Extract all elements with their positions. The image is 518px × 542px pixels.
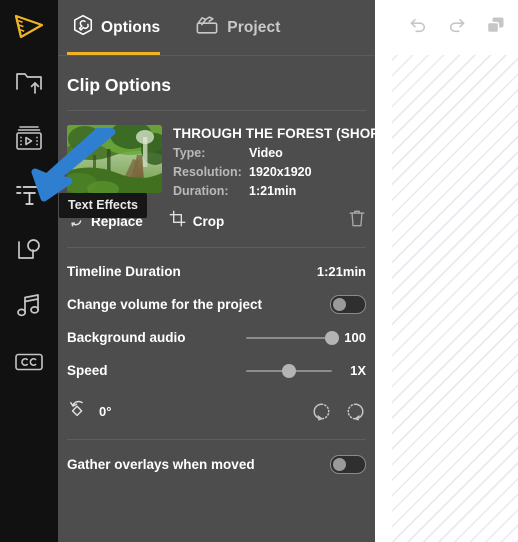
speed-control: 1X	[246, 363, 366, 378]
clip-field-duration-key: Duration:	[173, 184, 229, 198]
sidebar-item-media-library[interactable]	[0, 110, 58, 166]
clip-info: THROUGH THE FOREST (SHOR… Type: Video Re…	[67, 125, 375, 198]
crop-button-label: Crop	[192, 213, 225, 229]
row-speed: Speed 1X	[67, 354, 366, 387]
clip-field-duration: Duration: 1:21min	[173, 184, 375, 198]
clip-field-type-value: Video	[249, 146, 283, 160]
row-background-audio: Background audio 100	[67, 321, 366, 354]
row-timeline-duration: Timeline Duration 1:21min	[67, 255, 366, 288]
text-effects-tooltip: Text Effects	[59, 193, 147, 218]
tab-options[interactable]: Options	[72, 0, 160, 55]
redo-button[interactable]	[447, 16, 467, 39]
canvas-placeholder-hatch	[392, 55, 518, 542]
duplicate-icon	[486, 16, 506, 40]
trash-icon	[348, 209, 366, 233]
speed-value: 1X	[350, 363, 366, 378]
page-title: Clip Options	[67, 75, 172, 95]
background-audio-slider[interactable]	[246, 330, 339, 345]
clip-field-resolution: Resolution: 1920x1920	[173, 165, 375, 179]
active-tab-indicator	[67, 52, 160, 55]
clip-field-type-key: Type:	[173, 146, 206, 160]
clip-metadata: THROUGH THE FOREST (SHOR… Type: Video Re…	[173, 125, 375, 198]
undo-button[interactable]	[408, 16, 428, 39]
clip-thumbnail[interactable]	[67, 125, 162, 193]
clip-field-resolution-key: Resolution:	[173, 165, 242, 179]
tab-project-label: Project	[227, 18, 281, 36]
rotate-counterclockwise-icon[interactable]	[311, 401, 332, 422]
clip-field-resolution-value: 1920x1920	[249, 165, 312, 179]
clip-field-duration-value: 1:21min	[249, 184, 297, 198]
app-logo[interactable]	[0, 0, 58, 54]
row-gather-overlays: Gather overlays when moved	[67, 448, 366, 481]
sidebar-item-captions[interactable]	[0, 334, 58, 390]
timeline-duration-value: 1:21min	[316, 264, 366, 279]
slider-knob[interactable]	[325, 330, 339, 345]
rotate-clockwise-icon[interactable]	[345, 401, 366, 422]
speed-label: Speed	[67, 363, 108, 378]
clip-field-type: Type: Video	[173, 146, 375, 160]
rotation-value: 0°	[99, 403, 112, 419]
left-icon-rail	[0, 0, 58, 542]
sidebar-item-import-media[interactable]	[0, 54, 58, 110]
clapperboard-icon	[194, 14, 220, 41]
delete-clip-button[interactable]	[348, 209, 366, 233]
gather-overlays-label: Gather overlays when moved	[67, 457, 255, 472]
toggle-knob	[333, 298, 346, 311]
background-audio-control: 100	[246, 330, 366, 345]
slider-track	[246, 336, 332, 339]
canvas-toolbar	[375, 0, 518, 55]
rotation-actions	[311, 401, 366, 422]
change-volume-label: Change volume for the project	[67, 297, 263, 312]
speed-slider[interactable]	[246, 363, 332, 378]
panel-tabbar: Options Project	[58, 0, 375, 56]
wrench-hexagon-icon	[72, 14, 94, 41]
rotate-shape-icon[interactable]	[67, 398, 89, 425]
divider	[67, 439, 366, 440]
clip-options-panel: Options Project Clip Options THROUGH THE…	[58, 0, 375, 542]
crop-button[interactable]: Crop	[169, 210, 225, 232]
sidebar-item-shapes-overlays[interactable]	[0, 222, 58, 278]
canvas-area	[375, 0, 518, 542]
slider-knob[interactable]	[282, 363, 296, 378]
toggle-knob	[333, 458, 346, 471]
divider	[67, 110, 366, 111]
row-rotation: 0°	[67, 393, 366, 429]
editor-window: Options Project Clip Options THROUGH THE…	[0, 0, 518, 542]
timeline-duration-label: Timeline Duration	[67, 264, 181, 279]
divider	[67, 247, 366, 248]
redo-icon	[447, 16, 467, 39]
sidebar-item-text-effects[interactable]	[0, 166, 58, 222]
tab-options-label: Options	[101, 18, 161, 36]
undo-icon	[408, 16, 428, 39]
background-audio-label: Background audio	[67, 330, 186, 345]
row-change-volume: Change volume for the project	[67, 288, 366, 321]
change-volume-toggle[interactable]	[330, 295, 366, 314]
duplicate-button[interactable]	[486, 16, 506, 40]
sidebar-item-audio[interactable]	[0, 278, 58, 334]
clip-name: THROUGH THE FOREST (SHOR…	[173, 126, 375, 141]
gather-overlays-toggle[interactable]	[330, 455, 366, 474]
crop-icon	[169, 210, 186, 232]
tab-project[interactable]: Project	[194, 0, 280, 55]
